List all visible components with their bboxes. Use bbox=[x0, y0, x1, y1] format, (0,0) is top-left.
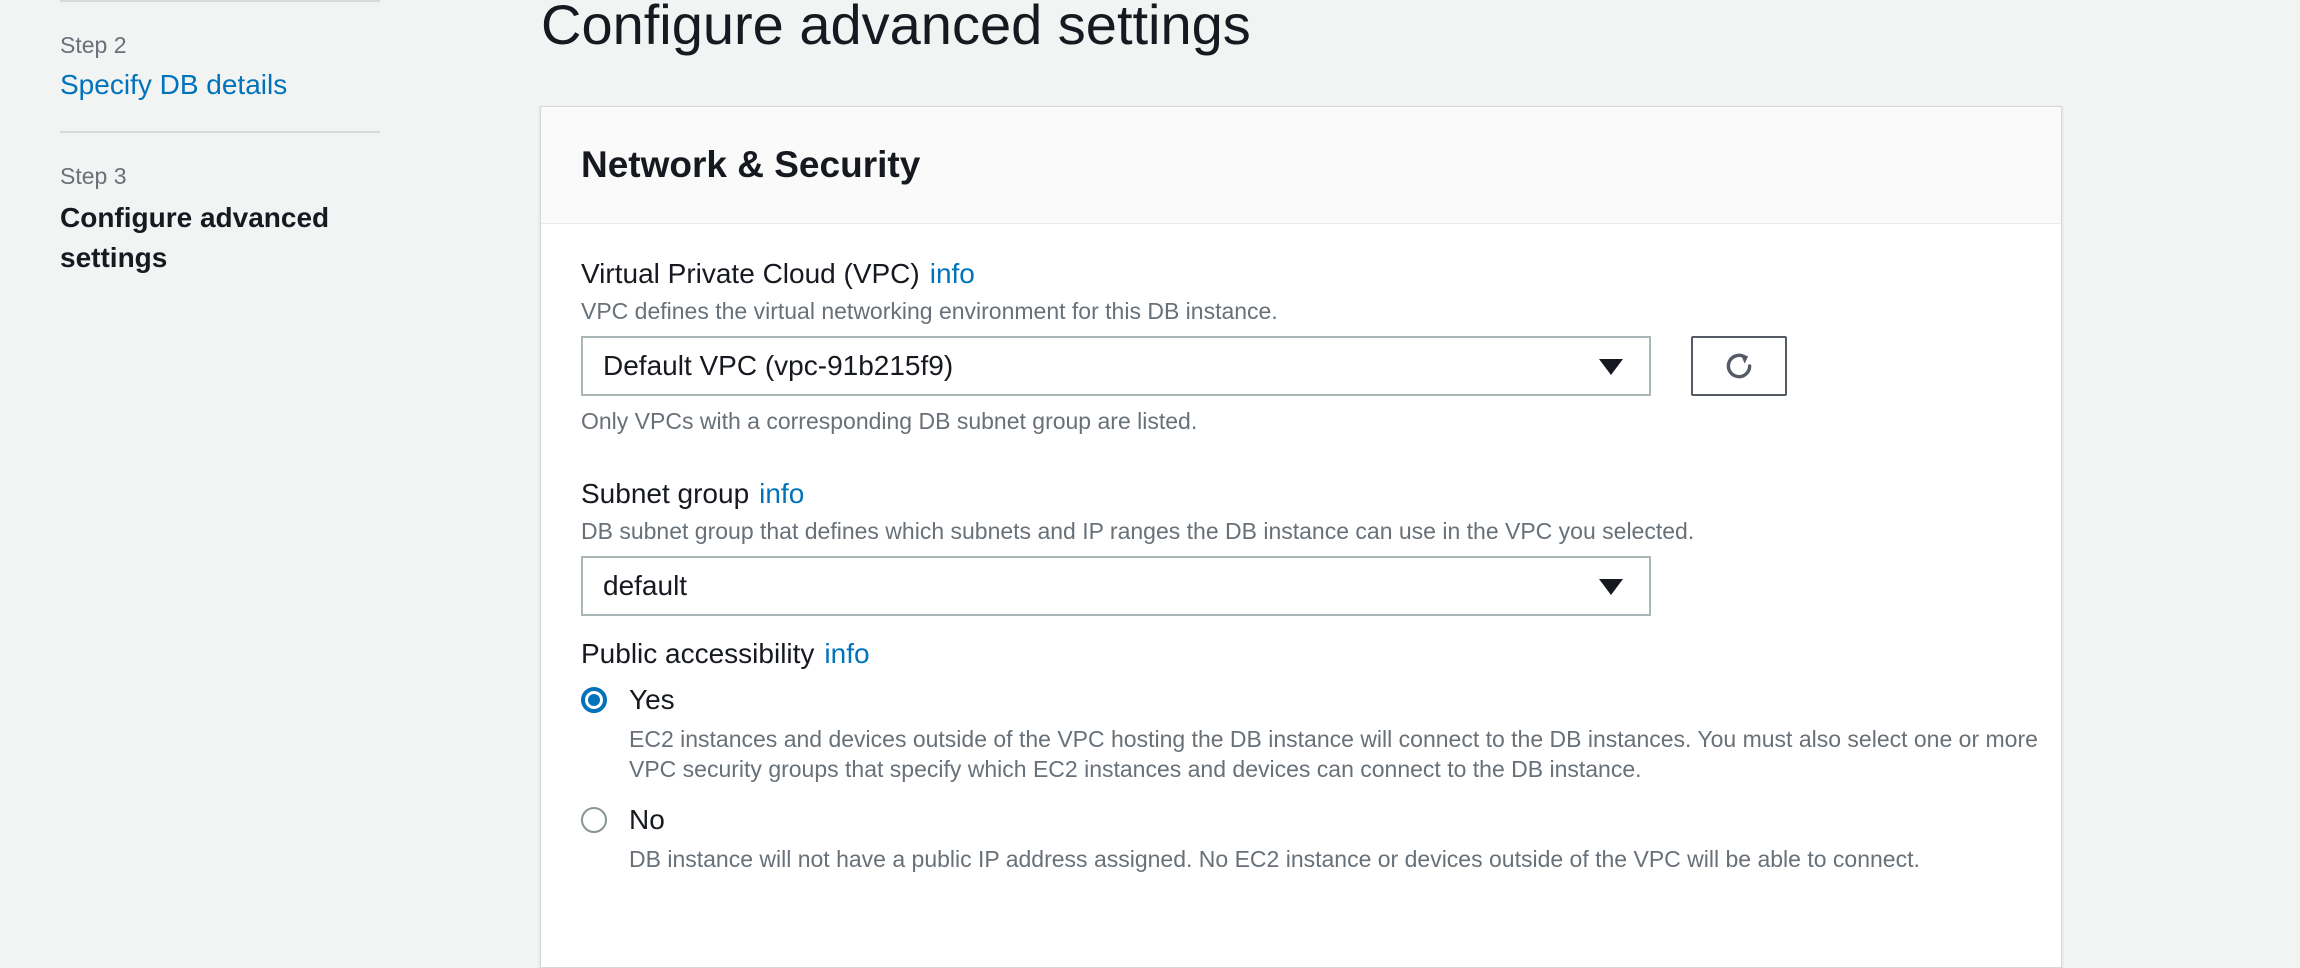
refresh-vpc-button[interactable] bbox=[1691, 336, 1787, 396]
subnet-info-link[interactable]: info bbox=[759, 478, 804, 509]
refresh-icon bbox=[1726, 353, 1752, 379]
vpc-field-label: Virtual Private Cloud (VPC) info bbox=[581, 258, 975, 290]
vpc-select-value: Default VPC (vpc-91b215f9) bbox=[603, 350, 954, 381]
subnet-group-select[interactable]: default bbox=[581, 556, 1651, 616]
panel-title: Network & Security bbox=[581, 144, 921, 185]
vpc-hint: Only VPCs with a corresponding DB subnet… bbox=[581, 408, 1198, 434]
radio-yes-label: Yes bbox=[629, 684, 675, 715]
step-number: Step 3 bbox=[60, 163, 127, 189]
subnet-field-label: Subnet group info bbox=[581, 478, 804, 510]
vpc-info-link[interactable]: info bbox=[930, 258, 975, 289]
radio-no-description: DB instance will not have a public IP ad… bbox=[629, 846, 1920, 872]
vpc-label-text: Virtual Private Cloud (VPC) bbox=[581, 258, 920, 289]
network-security-panel: Network & Security Virtual Private Cloud… bbox=[540, 106, 2062, 968]
radio-yes-description: EC2 instances and devices outside of the… bbox=[629, 726, 2038, 782]
public-access-no-option[interactable]: No bbox=[581, 804, 665, 836]
caret-down-icon bbox=[1599, 579, 1623, 595]
public-access-label-text: Public accessibility bbox=[581, 638, 815, 669]
subnet-description: DB subnet group that defines which subne… bbox=[581, 518, 1695, 544]
vpc-description: VPC defines the virtual networking envir… bbox=[581, 298, 1278, 324]
panel-header: Network & Security bbox=[541, 107, 2061, 224]
step-number: Step 2 bbox=[60, 32, 127, 58]
public-access-field-label: Public accessibility info bbox=[581, 638, 870, 670]
sidebar-step-2[interactable]: Step 2 Specify DB details bbox=[60, 2, 380, 131]
caret-down-icon bbox=[1599, 359, 1623, 375]
subnet-label-text: Subnet group bbox=[581, 478, 750, 509]
radio-no-label: No bbox=[629, 804, 665, 835]
radio-yes[interactable] bbox=[581, 687, 607, 713]
subnet-select-value: default bbox=[603, 570, 688, 601]
wizard-steps-sidebar: Step 2 Specify DB details Step 3 Configu… bbox=[60, 0, 380, 306]
page-title: Configure advanced settings bbox=[541, 0, 1251, 56]
public-access-yes-option[interactable]: Yes bbox=[581, 684, 675, 716]
sidebar-step-3: Step 3 Configure advanced settings bbox=[60, 133, 380, 306]
radio-no[interactable] bbox=[581, 807, 607, 833]
step-link-specify-db-details[interactable]: Specify DB details bbox=[60, 67, 380, 103]
vpc-select[interactable]: Default VPC (vpc-91b215f9) bbox=[581, 336, 1651, 396]
public-access-info-link[interactable]: info bbox=[824, 638, 869, 669]
step-current-label: Configure advanced settings bbox=[60, 202, 330, 273]
